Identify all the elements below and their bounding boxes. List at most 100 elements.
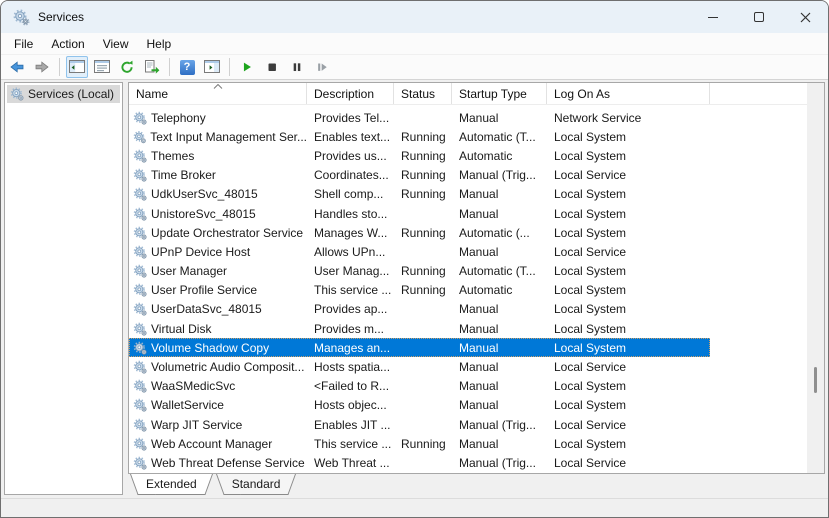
start-service-button[interactable] [236,56,258,78]
service-status: Running [401,148,446,163]
service-row[interactable]: User Manager User Manag... Running Autom… [129,262,710,281]
menu-file[interactable]: File [5,35,42,53]
column-header-startup-type[interactable]: Startup Type [452,83,547,104]
gear-icon [133,360,147,374]
show-console-tree-icon [69,60,85,73]
vertical-scrollbar[interactable] [807,83,824,474]
pause-service-button[interactable] [286,56,308,78]
pause-service-icon [293,63,301,72]
console-tree-pane: Services (Local) [4,82,123,495]
restart-service-icon [318,63,327,71]
service-description: <Failed to R... [314,379,390,394]
service-row[interactable]: Web Threat Defense Service Web Threat ..… [129,453,710,472]
service-description: Provides us... [314,148,387,163]
forward-button[interactable] [31,56,53,78]
gear-icon [133,168,147,182]
show-action-pane-button[interactable] [201,56,223,78]
close-button[interactable] [782,1,828,33]
service-startup-type: Manual [459,187,499,202]
menu-view[interactable]: View [94,35,138,53]
service-log-on-as: Local System [554,206,627,221]
service-status [394,242,452,261]
service-row[interactable]: UnistoreSvc_48015 Handles sto... Manual … [129,204,710,223]
service-row[interactable]: UPnP Device Host Allows UPn... Manual Lo… [129,242,710,261]
service-row[interactable]: Telephony Provides Tel... Manual Network… [129,108,710,127]
service-row[interactable]: User Profile Service This service ... Ru… [129,281,710,300]
service-name: UnistoreSvc_48015 [151,206,256,221]
scrollbar-thumb[interactable] [814,367,817,393]
gear-icon [133,322,147,336]
gear-icon [133,437,147,451]
service-startup-type: Manual [459,436,499,451]
status-bar [1,498,828,517]
menu-action[interactable]: Action [42,35,93,53]
service-row[interactable]: Volumetric Audio Composit... Hosts spati… [129,357,710,376]
service-row[interactable]: Text Input Management Ser... Enables tex… [129,127,710,146]
back-button[interactable] [6,56,28,78]
export-list-icon [145,60,160,74]
properties-button[interactable] [91,56,113,78]
gear-icon [133,226,147,240]
view-tabstrip: Extended Standard [128,474,825,496]
service-description: Manages W... [314,225,388,240]
restart-service-button[interactable] [311,56,333,78]
service-description: Provides m... [314,321,385,336]
service-status: Running [401,129,446,144]
service-log-on-as: Local System [554,148,627,163]
service-name: UserDataSvc_48015 [151,302,262,317]
refresh-button[interactable] [116,56,138,78]
list-header: Name Description Status Startup Type Log… [129,83,824,105]
service-startup-type: Automatic [459,148,513,163]
service-description: Provides Tel... [314,110,390,125]
help-button[interactable]: ? [176,56,198,78]
service-name: Web Threat Defense Service [151,455,305,470]
column-header-status[interactable]: Status [394,83,452,104]
service-row[interactable]: Web Account Manager This service ... Run… [129,434,710,453]
column-header-log-on-as[interactable]: Log On As [547,83,710,104]
services-window: Services File Action View Help ? Service… [0,0,829,518]
service-log-on-as: Local System [554,321,627,336]
menu-help[interactable]: Help [138,35,181,53]
service-row[interactable]: Time Broker Coordinates... Running Manua… [129,166,710,185]
tab-standard[interactable]: Standard [215,474,297,496]
service-status [394,300,452,319]
service-row[interactable]: Update Orchestrator Service Manages W...… [129,223,710,242]
service-row[interactable]: UserDataSvc_48015 Provides ap... Manual … [129,300,710,319]
export-list-button[interactable] [141,56,163,78]
gear-icon [133,418,147,432]
minimize-button[interactable] [690,1,736,33]
service-status: Running [401,168,446,183]
column-header-name[interactable]: Name [129,83,307,104]
gear-icon [133,303,147,317]
gear-icon [133,149,147,163]
service-status: Running [401,225,446,240]
tree-item-services-local[interactable]: Services (Local) [7,85,120,103]
service-row[interactable]: Themes Provides us... Running Automatic … [129,146,710,165]
service-row[interactable]: WaaSMedicSvc <Failed to R... Manual Loca… [129,377,710,396]
services-list-pane: Name Description Status Startup Type Log… [128,82,825,475]
service-startup-type: Automatic (T... [459,264,536,279]
show-console-tree-button[interactable] [66,56,88,78]
maximize-icon [754,12,764,22]
service-log-on-as: Network Service [554,110,642,125]
service-row[interactable]: WalletService Hosts objec... Manual Loca… [129,396,710,415]
service-row[interactable]: UdkUserSvc_48015 Shell comp... Running M… [129,185,710,204]
gear-icon [133,456,147,470]
service-status [394,377,452,396]
service-row[interactable]: Virtual Disk Provides m... Manual Local … [129,319,710,338]
maximize-button[interactable] [736,1,782,33]
service-startup-type: Automatic (T... [459,129,536,144]
service-startup-type: Manual [459,360,499,375]
column-header-description[interactable]: Description [307,83,394,104]
service-log-on-as: Local System [554,129,627,144]
service-log-on-as: Local System [554,340,627,355]
service-name: Volumetric Audio Composit... [151,360,305,375]
service-status: Running [401,283,446,298]
service-startup-type: Automatic (... [459,225,530,240]
service-row[interactable]: Volume Shadow Copy Manages an... Manual … [129,338,710,358]
service-row[interactable]: Warp JIT Service Enables JIT ... Manual … [129,415,710,434]
service-status: Running [401,187,446,202]
service-description: This service ... [314,283,392,298]
stop-service-button[interactable] [261,56,283,78]
tab-extended[interactable]: Extended [130,474,213,496]
